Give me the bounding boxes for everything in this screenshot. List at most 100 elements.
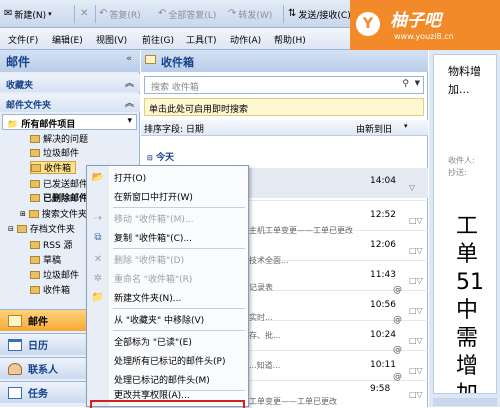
favorites-section[interactable]: 收藏夹 ︽ xyxy=(0,74,140,92)
send-receive-icon: ⇅ xyxy=(288,8,297,19)
new-button[interactable]: ✉ 新建(N) ▾ xyxy=(4,6,52,22)
folder-item[interactable]: 解决的问题 xyxy=(30,132,88,145)
menu-move-folder[interactable]: ⇢ 移动 "收件箱"(M)... xyxy=(87,209,248,227)
group-header-today[interactable]: ⊟ 今天 xyxy=(141,150,428,164)
chevron-down-icon[interactable]: ▾ xyxy=(404,122,408,130)
menu-separator xyxy=(113,308,245,309)
folder-item[interactable]: ⊟ 存档文件夹 xyxy=(8,222,75,235)
sort-field-label[interactable]: 排序字段: 日期 xyxy=(144,122,204,135)
menu-open-new-window[interactable]: 在新窗口中打开(W) xyxy=(87,187,248,205)
message-time: 12:06 xyxy=(370,240,396,250)
collapse-pane-icon[interactable]: « xyxy=(126,54,132,64)
flag-icon[interactable]: □▽ xyxy=(409,276,423,285)
archive-folder-icon xyxy=(16,224,27,233)
instant-search-bar[interactable]: 单击此处可启用即时搜索 xyxy=(144,98,424,116)
message-time: 9:58 xyxy=(370,384,391,394)
mail-folders-section[interactable]: 邮件文件夹 ︽ xyxy=(0,94,140,112)
menu-copy-folder[interactable]: ⧉ 复制 "收件箱"(C)... xyxy=(87,228,248,246)
flag-icon[interactable]: □▽ xyxy=(409,246,423,255)
reply-all-button[interactable]: ↶ 全部答复(L) xyxy=(158,6,216,22)
menu-new-folder[interactable]: 📁 新建文件夹(N)... xyxy=(87,288,248,306)
attachment-icon: @ xyxy=(393,315,402,325)
flag-icon[interactable]: □▽ xyxy=(409,216,423,225)
send-receive-label: 发送/接收(C) xyxy=(298,10,351,21)
flag-icon[interactable]: □▽ xyxy=(409,336,423,345)
folder-item[interactable]: 收件箱 xyxy=(30,283,70,296)
scrollbar[interactable] xyxy=(433,398,497,406)
menu-actions[interactable]: 动作(A) xyxy=(230,33,261,46)
menu-view[interactable]: 视图(V) xyxy=(96,33,127,46)
flag-icon[interactable]: ▽ xyxy=(409,183,415,192)
collapse-chevron-icon: ︽ xyxy=(124,99,134,109)
menu-process-all-headers[interactable]: 处理所有已标记的邮件头(P) xyxy=(87,351,248,369)
menu-tools[interactable]: 工具(T) xyxy=(186,33,217,46)
body-text: 需 xyxy=(456,326,479,351)
folder-item[interactable]: ⊞ 搜索文件夹 xyxy=(20,207,87,220)
menu-item-label: 重命名 "收件箱"(R) xyxy=(114,274,193,285)
menu-go[interactable]: 前往(G) xyxy=(142,33,174,46)
folder-item[interactable]: 已删除邮件 xyxy=(30,191,88,204)
message-time: 12:52 xyxy=(370,210,396,220)
menu-item-label: 从 "收藏夹" 中移除(V) xyxy=(114,315,205,326)
body-text: 增 xyxy=(456,354,479,379)
folder-label: 垃圾邮件 xyxy=(43,271,80,281)
chevron-down-icon[interactable]: ▼ xyxy=(415,79,420,87)
delete-button[interactable]: ✕ xyxy=(80,6,88,22)
menu-remove-from-favorites[interactable]: 从 "收藏夹" 中移除(V) xyxy=(87,310,248,328)
folder-label: 已发送邮件 xyxy=(43,180,89,190)
search-icon[interactable]: ⚲ xyxy=(402,79,409,89)
message-subject: 物料增加... xyxy=(448,65,481,96)
folder-item[interactable]: 垃圾邮件 xyxy=(30,146,79,159)
folder-item[interactable]: 垃圾邮件 xyxy=(30,268,79,281)
reply-button[interactable]: ↶ 答复(R) xyxy=(99,6,141,22)
forward-button[interactable]: ↷ 转发(W) xyxy=(228,6,272,22)
contacts-icon xyxy=(8,362,22,375)
menu-separator xyxy=(113,248,245,249)
body-text: 单 xyxy=(456,242,479,267)
folder-item-inbox-selected[interactable]: 收件箱 xyxy=(30,161,77,174)
flag-icon[interactable]: □▽ xyxy=(409,366,423,375)
sort-order-label[interactable]: 由新到旧 xyxy=(356,122,392,135)
reply-button-label: 答复(R) xyxy=(109,10,141,21)
logo-badge: Y xyxy=(356,12,380,36)
group-label: 今天 xyxy=(156,153,175,163)
folder-item[interactable]: 草稿 xyxy=(30,253,61,266)
message-time: 14:04 xyxy=(370,176,396,186)
expand-icon[interactable]: ⊞ xyxy=(20,210,26,218)
rss-folder-icon xyxy=(30,240,40,249)
menu-rename-folder[interactable]: ✲ 重命名 "收件箱"(R) xyxy=(87,269,248,287)
reading-pane: 物料增加... 收件人: 抄送: 工 单 51 中 需 增 加 xyxy=(429,50,500,407)
send-receive-button[interactable]: ⇅ 发送/接收(C) xyxy=(288,6,351,22)
message-time: 10:24 xyxy=(370,330,396,340)
folder-item[interactable]: RSS 源 xyxy=(30,238,73,251)
search-input[interactable]: 搜索 收件箱 ⚲ ▼ xyxy=(144,76,424,94)
nav-button-label: 联系人 xyxy=(28,365,58,376)
folder-label: 收件箱 xyxy=(44,164,72,174)
menu-open[interactable]: 📂 打开(O) xyxy=(87,168,248,186)
folder-item[interactable]: 已发送邮件 xyxy=(30,177,88,190)
delete-icon: ✕ xyxy=(93,253,103,265)
list-title: 收件箱 xyxy=(161,56,194,69)
menu-item-label: 在新窗口中打开(W) xyxy=(114,192,193,203)
collapse-icon: ⊟ xyxy=(147,154,153,162)
menu-separator xyxy=(113,207,245,208)
all-mail-items-select[interactable]: 📁 所有邮件项目 ▾ xyxy=(2,114,137,130)
collapse-icon[interactable]: ⊟ xyxy=(8,225,14,233)
junk-folder-icon xyxy=(30,270,40,279)
body-text: 加 xyxy=(456,381,496,393)
menu-edit[interactable]: 编辑(E) xyxy=(52,33,83,46)
menu-delete-folder[interactable]: ✕ 删除 "收件箱"(D) xyxy=(87,250,248,268)
flag-icon[interactable]: □▽ xyxy=(409,390,423,399)
all-items-label: 所有邮件项目 xyxy=(21,120,76,130)
folder-label: 收件箱 xyxy=(43,286,71,296)
folder-label: RSS 源 xyxy=(43,241,73,251)
list-header: 收件箱 xyxy=(141,50,428,72)
mail-folders-label: 邮件文件夹 xyxy=(6,101,52,111)
menu-file[interactable]: 文件(F) xyxy=(8,33,38,46)
flag-icon[interactable]: □▽ xyxy=(409,306,423,315)
sort-bar[interactable]: 排序字段: 日期 由新到旧 ▾ xyxy=(141,120,428,136)
menu-mark-all-read[interactable]: 全部标为 "已读"(E) xyxy=(87,332,248,350)
menu-help[interactable]: 帮助(H) xyxy=(274,33,306,46)
tasks-icon xyxy=(8,386,22,399)
folder-tree-icon: 📁 xyxy=(7,120,19,130)
